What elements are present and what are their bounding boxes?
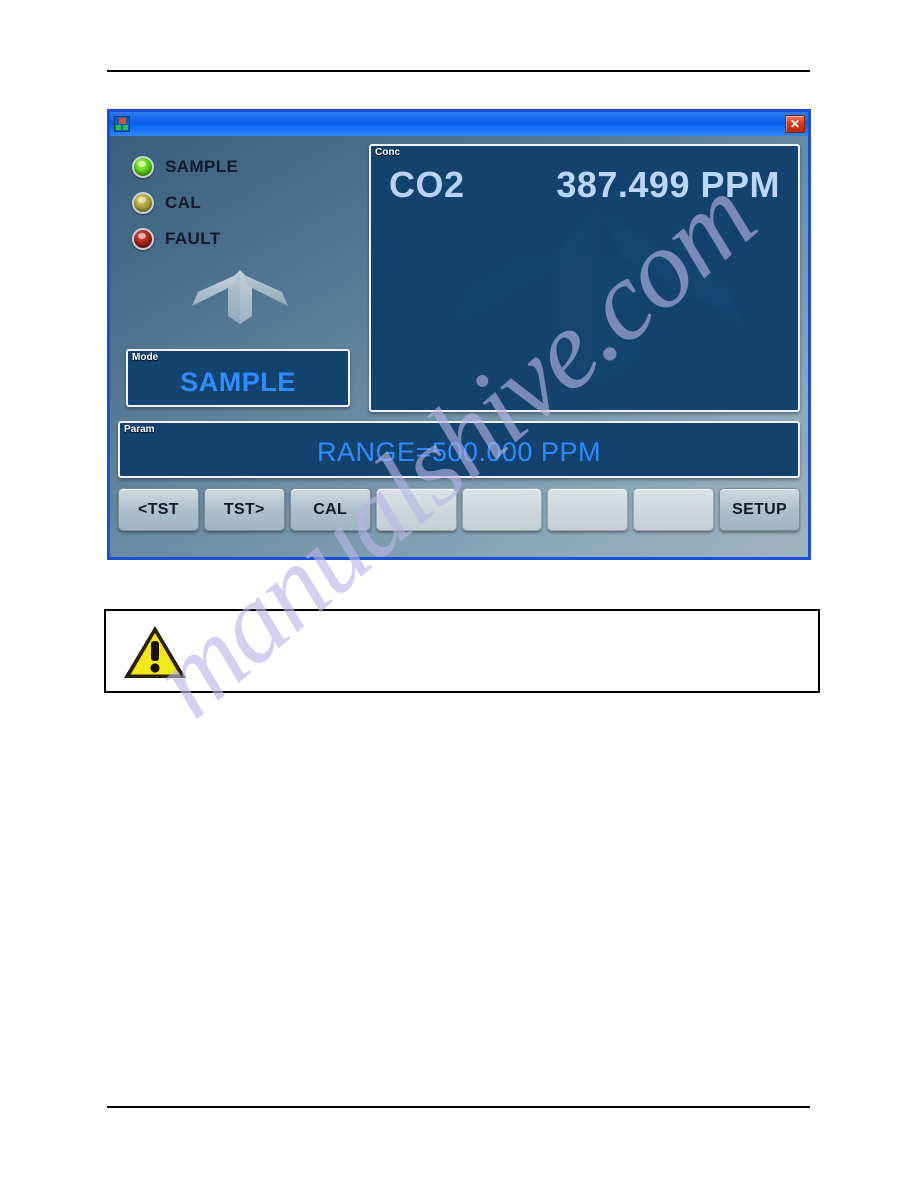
fault-led-icon bbox=[132, 228, 154, 250]
mode-value: SAMPLE bbox=[180, 367, 296, 397]
param-panel-tag: Param bbox=[124, 424, 155, 435]
button-blank-4 bbox=[375, 488, 457, 531]
status-column: SAMPLE CAL FAULT Mode SAMPLE bbox=[118, 144, 360, 412]
document-page: ✕ SAMPLE CAL FAULT Mode SAMPLE Conc CO2 … bbox=[0, 0, 918, 1188]
mode-panel: Mode SAMPLE bbox=[126, 349, 350, 407]
warning-triangle-icon bbox=[124, 626, 186, 678]
button-cal[interactable]: CAL bbox=[289, 488, 371, 531]
button-tst-next[interactable]: TST> bbox=[203, 488, 285, 531]
page-header-rule bbox=[107, 70, 810, 72]
status-led-label: FAULT bbox=[165, 229, 221, 248]
button-blank-6 bbox=[547, 488, 629, 531]
status-led-label: CAL bbox=[165, 193, 202, 212]
status-led-sample: SAMPLE bbox=[132, 156, 360, 178]
window-titlebar: ✕ bbox=[110, 112, 808, 136]
status-led-fault: FAULT bbox=[132, 228, 360, 250]
close-icon[interactable]: ✕ bbox=[785, 115, 805, 133]
concentration-panel: Conc CO2 387.499 PPM bbox=[369, 144, 800, 412]
button-tst-prev[interactable]: <TST bbox=[118, 488, 199, 531]
concentration-reading: 387.499 PPM bbox=[556, 164, 780, 205]
param-panel: Param RANGE=500.000 PPM bbox=[118, 421, 800, 478]
status-led-group: SAMPLE CAL FAULT bbox=[118, 144, 360, 250]
analyzer-body: SAMPLE CAL FAULT Mode SAMPLE Conc CO2 38… bbox=[110, 136, 808, 557]
background-chevron-watermark-icon bbox=[455, 204, 743, 384]
softkey-button-row: <TST TST> CAL SETUP bbox=[118, 488, 800, 531]
gas-name: CO2 bbox=[389, 164, 465, 205]
button-blank-5 bbox=[461, 488, 543, 531]
sample-led-icon bbox=[132, 156, 154, 178]
analyzer-window: ✕ SAMPLE CAL FAULT Mode SAMPLE Conc CO2 … bbox=[107, 109, 811, 560]
note-box bbox=[104, 609, 820, 693]
page-footer-rule bbox=[107, 1106, 810, 1108]
status-led-cal: CAL bbox=[132, 192, 360, 214]
button-blank-7 bbox=[633, 488, 715, 531]
mode-panel-tag: Mode bbox=[132, 352, 159, 363]
status-led-label: SAMPLE bbox=[165, 157, 239, 176]
analyzer-app-icon bbox=[114, 116, 130, 132]
brand-chevron-logo-icon bbox=[192, 270, 288, 324]
param-value: RANGE=500.000 PPM bbox=[317, 437, 601, 467]
cal-led-icon bbox=[132, 192, 154, 214]
button-setup[interactable]: SETUP bbox=[719, 488, 800, 531]
